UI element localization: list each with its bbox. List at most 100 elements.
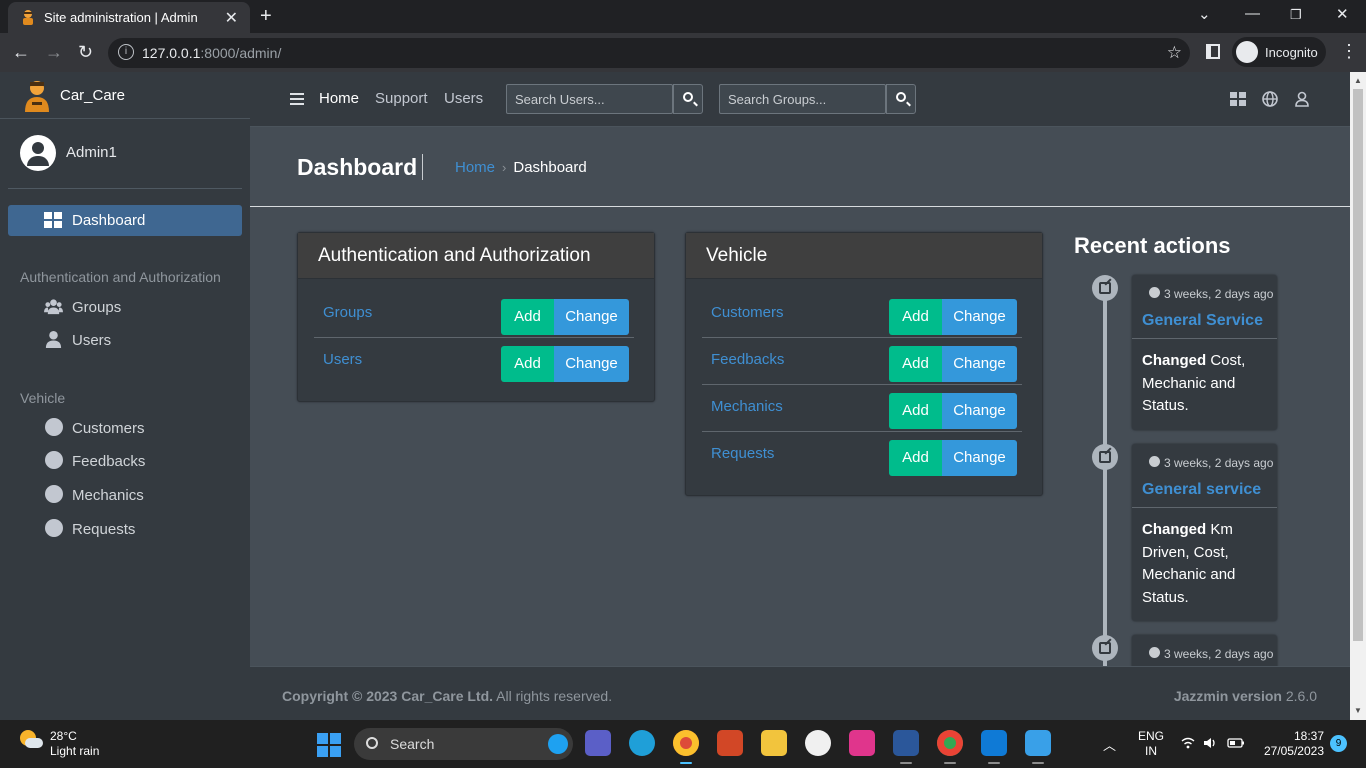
sidebar-item-users[interactable]: Users [40,328,240,352]
edit-icon [1099,282,1111,294]
nav-home-link[interactable]: Home [319,90,359,107]
breadcrumb-separator: › [502,160,507,175]
side-panel-icon[interactable] [1206,44,1220,59]
add-customers-button[interactable]: Add [889,299,942,335]
search-icon [366,737,378,749]
taskbar-search[interactable]: Search [354,728,573,760]
model-link-requests[interactable]: Requests [711,445,774,462]
brand[interactable]: Car_Care [0,72,250,119]
restore-icon[interactable]: ❐ [1290,7,1302,23]
photos-icon[interactable] [1025,730,1051,756]
search-groups-input[interactable]: Search Groups... [719,84,886,114]
scrollbar-thumb[interactable] [1353,89,1363,641]
model-link-feedbacks[interactable]: Feedbacks [711,351,784,368]
volume-icon[interactable] [1203,737,1217,749]
site-info-icon[interactable]: i [118,44,134,60]
forward-icon[interactable]: → [45,42,63,63]
change-users-button[interactable]: Change [554,346,629,382]
user-menu-icon[interactable] [1294,91,1310,107]
action-object-link[interactable]: General Service [1132,301,1277,339]
search-users-button[interactable] [673,84,703,114]
mechanic-favicon [23,10,33,25]
sidebar-item-groups[interactable]: Groups [40,295,240,319]
timeline-marker [1092,275,1118,301]
nav-users-link[interactable]: Users [444,90,483,107]
language-indicator[interactable]: ENG IN [1138,729,1164,759]
theme-grid-icon[interactable] [1230,91,1246,107]
minimize-icon[interactable]: — [1245,5,1260,22]
model-link-customers[interactable]: Customers [711,304,784,321]
chrome-icon[interactable] [673,730,699,756]
change-customers-button[interactable]: Change [942,299,1017,335]
bookmark-star-icon[interactable]: ☆ [1167,43,1182,63]
address-bar-row: ← → ↻ i 127.0.0.1:8000/admin/ ☆ Incognit… [0,33,1366,72]
globe-icon[interactable] [1262,91,1278,107]
file-explorer-icon[interactable] [761,730,787,756]
change-groups-button[interactable]: Change [554,299,629,335]
vscode-icon[interactable] [981,730,1007,756]
sidebar-item-mechanics[interactable]: Mechanics [40,483,240,507]
model-link-groups[interactable]: Groups [323,304,372,321]
browser-tab[interactable]: Site administration | Admin ✕ [8,2,250,33]
search-groups-button[interactable] [886,84,916,114]
nav-support-link[interactable]: Support [375,90,428,107]
search-users-input[interactable]: Search Users... [506,84,673,114]
weather-widget[interactable]: 28°C Light rain [50,729,99,759]
url-text[interactable]: 127.0.0.1:8000/admin/ [142,45,281,61]
sidebar-item-feedbacks[interactable]: Feedbacks [40,449,240,473]
close-window-icon[interactable]: ✕ [1336,5,1349,23]
close-tab-icon[interactable]: ✕ [225,8,238,28]
word-icon[interactable] [893,730,919,756]
clock-icon [1149,647,1160,658]
wifi-icon[interactable] [1181,737,1195,749]
teams-icon[interactable] [585,730,611,756]
add-feedbacks-button[interactable]: Add [889,346,942,382]
incognito-badge[interactable]: Incognito [1232,37,1326,67]
powerpoint-icon[interactable] [717,730,743,756]
mongodb-compass-icon[interactable] [849,730,875,756]
page-scrollbar[interactable]: ▲ ▼ [1350,72,1366,720]
action-time: 3 weeks, 2 days ago [1164,287,1274,301]
change-feedbacks-button[interactable]: Change [942,346,1017,382]
browser-menu-icon[interactable]: ⋮ [1340,41,1358,62]
back-icon[interactable]: ← [12,42,30,63]
tab-title: Site administration | Admin [44,10,198,25]
chrome-profile-icon[interactable] [937,730,963,756]
edge-icon[interactable] [629,730,655,756]
sidebar-item-customers[interactable]: Customers [40,416,240,440]
battery-icon[interactable] [1227,737,1245,749]
weather-icon[interactable] [20,730,44,754]
breadcrumb-current: Dashboard [513,159,587,176]
whatsapp-icon[interactable] [805,730,831,756]
omnibox[interactable]: i 127.0.0.1:8000/admin/ ☆ [108,38,1190,68]
reload-icon[interactable]: ↻ [78,42,93,63]
new-tab-icon[interactable]: + [260,5,272,28]
user-panel[interactable]: Admin1 [8,119,242,189]
breadcrumb-home-link[interactable]: Home [455,159,495,176]
incognito-icon [1236,41,1258,63]
model-link-mechanics[interactable]: Mechanics [711,398,783,415]
running-indicator [944,762,956,764]
show-hidden-icons-icon[interactable]: ︿ [1103,735,1116,754]
sidebar-item-dashboard[interactable]: Dashboard [8,205,242,236]
scroll-down-icon[interactable]: ▼ [1354,706,1362,715]
windows-start-icon[interactable] [317,733,341,757]
change-mechanics-button[interactable]: Change [942,393,1017,429]
clock[interactable]: 18:37 27/05/2023 [1256,729,1324,759]
change-requests-button[interactable]: Change [942,440,1017,476]
add-groups-button[interactable]: Add [501,299,554,335]
model-link-users[interactable]: Users [323,351,362,368]
add-requests-button[interactable]: Add [889,440,942,476]
hamburger-menu-icon[interactable] [290,93,304,105]
top-navbar: Home Support Users Search Users... Searc… [250,72,1350,127]
add-mechanics-button[interactable]: Add [889,393,942,429]
add-users-button[interactable]: Add [501,346,554,382]
tab-search-chevron-icon[interactable]: ⌄ [1198,5,1211,23]
sidebar-item-requests[interactable]: Requests [40,517,240,541]
scroll-up-icon[interactable]: ▲ [1354,76,1362,85]
header-rule [250,206,1350,207]
admin-page: Car_Care Admin1 Dashboard Authentication… [0,72,1350,720]
action-object-link[interactable]: General service [1132,470,1277,508]
notification-badge[interactable]: 9 [1330,735,1347,752]
version: Jazzmin version 2.6.0 [1173,688,1317,704]
